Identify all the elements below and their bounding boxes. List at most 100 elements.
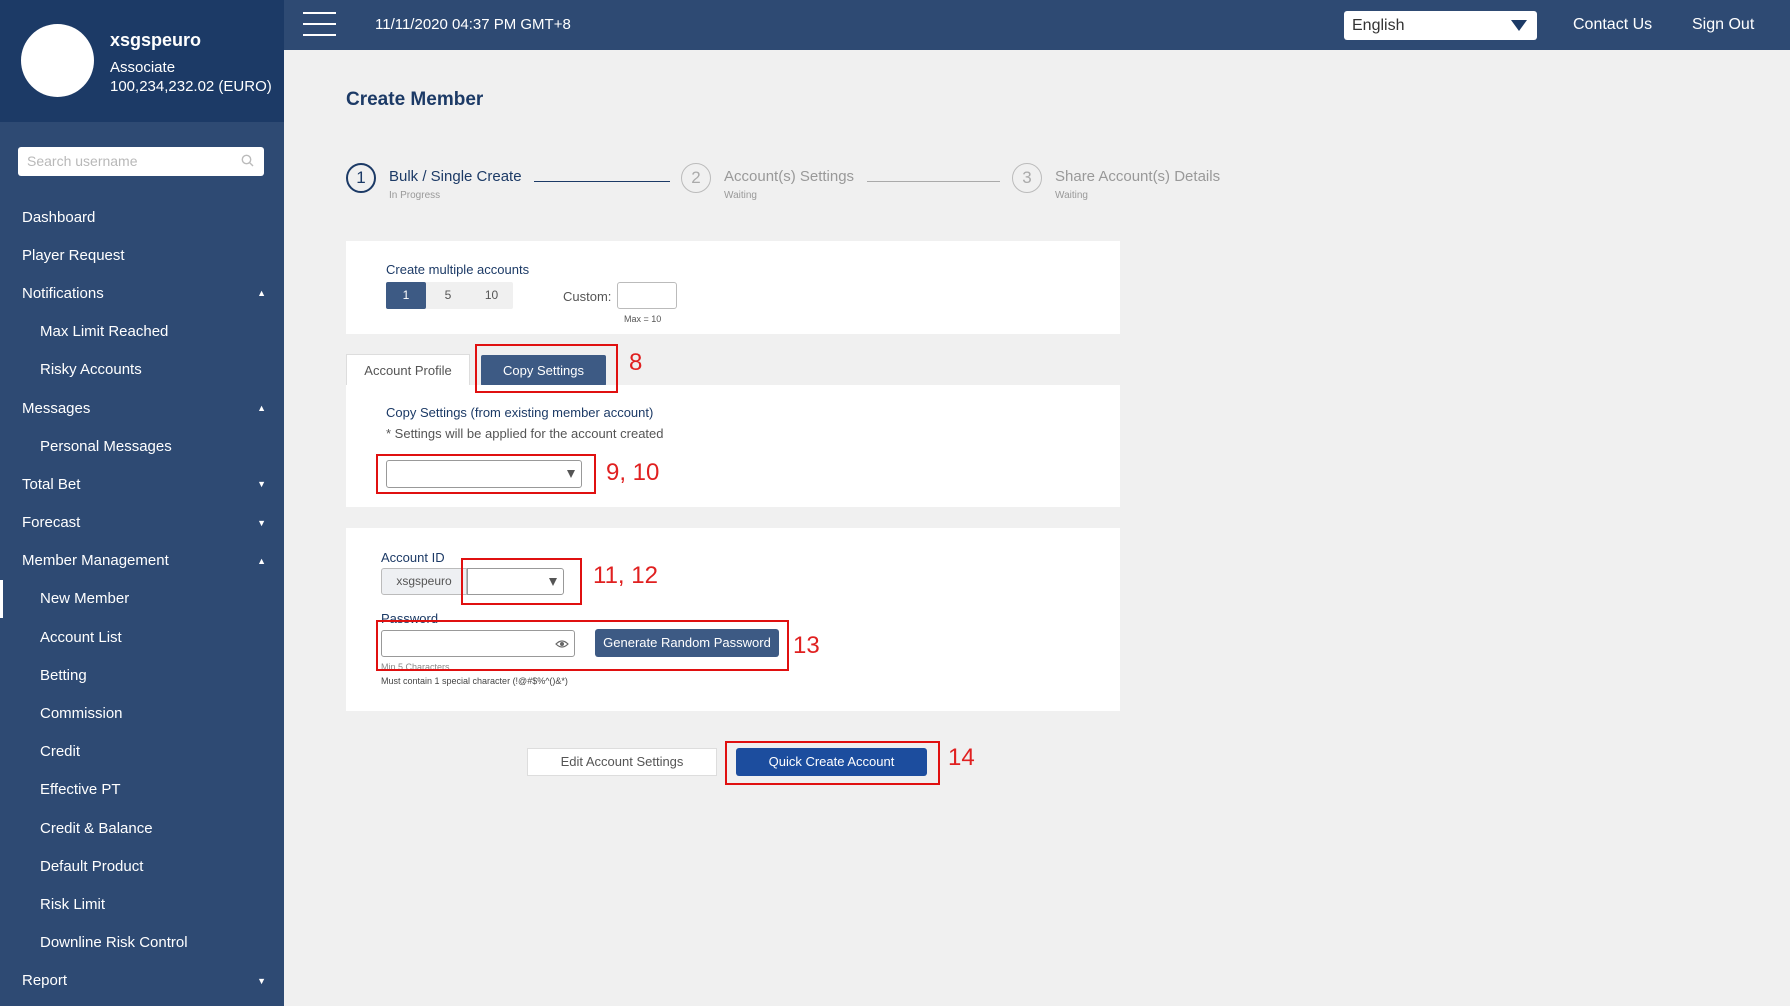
sidebar-item-commission[interactable]: Commission: [0, 694, 284, 732]
sidebar-item-credit[interactable]: Credit: [0, 733, 284, 771]
annotation-label: 11, 12: [593, 562, 658, 589]
user-balance: 100,234,232.02 (EURO): [110, 78, 272, 95]
sidebar-nav: Dashboard Player Request Notifications ▲ …: [0, 198, 284, 1000]
step-label: Account(s) Settings: [724, 168, 855, 185]
sidebar-item-label: Notifications: [22, 284, 104, 302]
copy-settings-title: Copy Settings (from existing member acco…: [386, 405, 654, 420]
tab-copy-settings[interactable]: Copy Settings: [481, 355, 606, 386]
language-value: English: [1352, 17, 1405, 34]
password-hint-special: Must contain 1 special character (!@#$%^…: [381, 676, 568, 686]
password-input[interactable]: [381, 630, 575, 657]
search-icon[interactable]: [241, 154, 254, 167]
account-count-group: 1 5 10: [386, 282, 513, 309]
sidebar-item-label: Betting: [40, 666, 87, 684]
copy-from-account-select[interactable]: [386, 460, 582, 488]
sidebar-item-player-request[interactable]: Player Request: [0, 236, 284, 274]
create-multiple-card: Create multiple accounts 1 5 10 Custom: …: [346, 241, 1120, 334]
step-connector: [867, 181, 1000, 182]
user-role: Associate: [110, 59, 176, 76]
sidebar-item-label: Forecast: [22, 514, 81, 532]
sidebar-item-label: Player Request: [22, 246, 125, 264]
step-label: Bulk / Single Create: [389, 168, 522, 185]
eye-icon[interactable]: [555, 638, 569, 650]
caret-up-icon: ▲: [257, 403, 266, 414]
sidebar-item-member-management[interactable]: Member Management ▲: [0, 542, 284, 580]
sidebar-item-label: Report: [22, 972, 68, 990]
create-multiple-title: Create multiple accounts: [386, 262, 530, 277]
sidebar-item-max-limit-reached[interactable]: Max Limit Reached: [0, 313, 284, 351]
sidebar-item-label: Risky Accounts: [40, 361, 142, 379]
profile-panel: xsgspeuro Associate 100,234,232.02 (EURO…: [0, 0, 284, 122]
step-connector: [534, 181, 670, 182]
sidebar-item-label: Commission: [40, 705, 123, 723]
caret-down-icon: ▼: [257, 517, 266, 528]
edit-account-settings-button[interactable]: Edit Account Settings: [527, 748, 717, 776]
quick-create-account-button[interactable]: Quick Create Account: [736, 748, 927, 776]
sidebar-item-account-list[interactable]: Account List: [0, 618, 284, 656]
hamburger-menu-icon[interactable]: [303, 12, 336, 36]
sign-out-link[interactable]: Sign Out: [1692, 16, 1754, 34]
sidebar-item-messages[interactable]: Messages ▲: [0, 389, 284, 427]
sidebar-item-effective-pt[interactable]: Effective PT: [0, 771, 284, 809]
generate-random-password-button[interactable]: Generate Random Password: [595, 629, 779, 657]
sidebar-item-label: Personal Messages: [40, 437, 172, 455]
sidebar-item-label: Credit: [40, 743, 81, 761]
sidebar-item-downline-risk-control[interactable]: Downline Risk Control: [0, 924, 284, 962]
account-card: Account ID xsgspeuro Password Generate R…: [346, 528, 1120, 711]
password-label: Password: [381, 611, 439, 626]
count-option-5[interactable]: 5: [426, 282, 470, 309]
sidebar-item-label: Total Bet: [22, 475, 81, 493]
annotation-label: 13: [793, 632, 820, 659]
annotation-label: 14: [948, 744, 975, 771]
account-id-prefix: xsgspeuro: [381, 568, 467, 595]
chevron-down-icon: [567, 470, 575, 478]
sidebar-item-total-bet[interactable]: Total Bet ▼: [0, 465, 284, 503]
step-number: 3: [1012, 163, 1042, 193]
sidebar-item-personal-messages[interactable]: Personal Messages: [0, 427, 284, 465]
datetime: 11/11/2020 04:37 PM GMT+8: [375, 16, 571, 33]
chevron-down-icon: [1511, 20, 1527, 31]
sidebar-item-label: Risk Limit: [40, 895, 106, 913]
sidebar-item-label: New Member: [40, 590, 130, 608]
sidebar-item-label: Downline Risk Control: [40, 934, 188, 952]
sidebar-item-label: Member Management: [22, 552, 169, 570]
account-id-select[interactable]: [467, 568, 564, 595]
sidebar-item-betting[interactable]: Betting: [0, 656, 284, 694]
caret-down-icon: ▼: [257, 479, 266, 490]
sidebar: xsgspeuro Associate 100,234,232.02 (EURO…: [0, 0, 284, 1006]
chevron-down-icon: [549, 578, 557, 586]
search-box: [18, 147, 264, 176]
sidebar-item-notifications[interactable]: Notifications ▲: [0, 274, 284, 312]
sidebar-item-label: Messages: [22, 399, 91, 417]
tab-account-profile[interactable]: Account Profile: [346, 354, 470, 385]
language-select[interactable]: English: [1344, 11, 1537, 40]
username: xsgspeuro: [110, 30, 202, 50]
annotation-label: 9, 10: [606, 459, 660, 486]
step-status: Waiting: [1055, 190, 1088, 201]
copy-settings-note: * Settings will be applied for the accou…: [386, 426, 664, 441]
step-status: In Progress: [389, 190, 441, 201]
count-option-10[interactable]: 10: [470, 282, 513, 309]
sidebar-item-new-member[interactable]: New Member: [0, 579, 284, 619]
step-status: Waiting: [724, 190, 757, 201]
caret-up-icon: ▲: [257, 288, 266, 299]
top-bar: 11/11/2020 04:37 PM GMT+8 English Contac…: [284, 0, 1790, 50]
sidebar-item-report[interactable]: Report ▼: [0, 962, 284, 1000]
sidebar-item-forecast[interactable]: Forecast ▼: [0, 504, 284, 542]
search-input[interactable]: [27, 147, 237, 174]
step-number: 1: [346, 163, 376, 193]
copy-settings-card: Copy Settings (from existing member acco…: [346, 385, 1120, 507]
sidebar-item-label: Credit & Balance: [40, 819, 153, 837]
sidebar-item-default-product[interactable]: Default Product: [0, 847, 284, 885]
sidebar-item-credit-balance[interactable]: Credit & Balance: [0, 809, 284, 847]
password-hint-min: Min 5 Characters: [381, 662, 450, 672]
count-option-1[interactable]: 1: [386, 282, 426, 309]
custom-label: Custom:: [563, 289, 612, 304]
sidebar-item-label: Account List: [40, 628, 122, 646]
sidebar-item-risky-accounts[interactable]: Risky Accounts: [0, 351, 284, 389]
step-number: 2: [681, 163, 711, 193]
custom-count-input[interactable]: [617, 282, 677, 309]
sidebar-item-risk-limit[interactable]: Risk Limit: [0, 885, 284, 923]
sidebar-item-dashboard[interactable]: Dashboard: [0, 198, 284, 236]
contact-us-link[interactable]: Contact Us: [1573, 16, 1652, 34]
